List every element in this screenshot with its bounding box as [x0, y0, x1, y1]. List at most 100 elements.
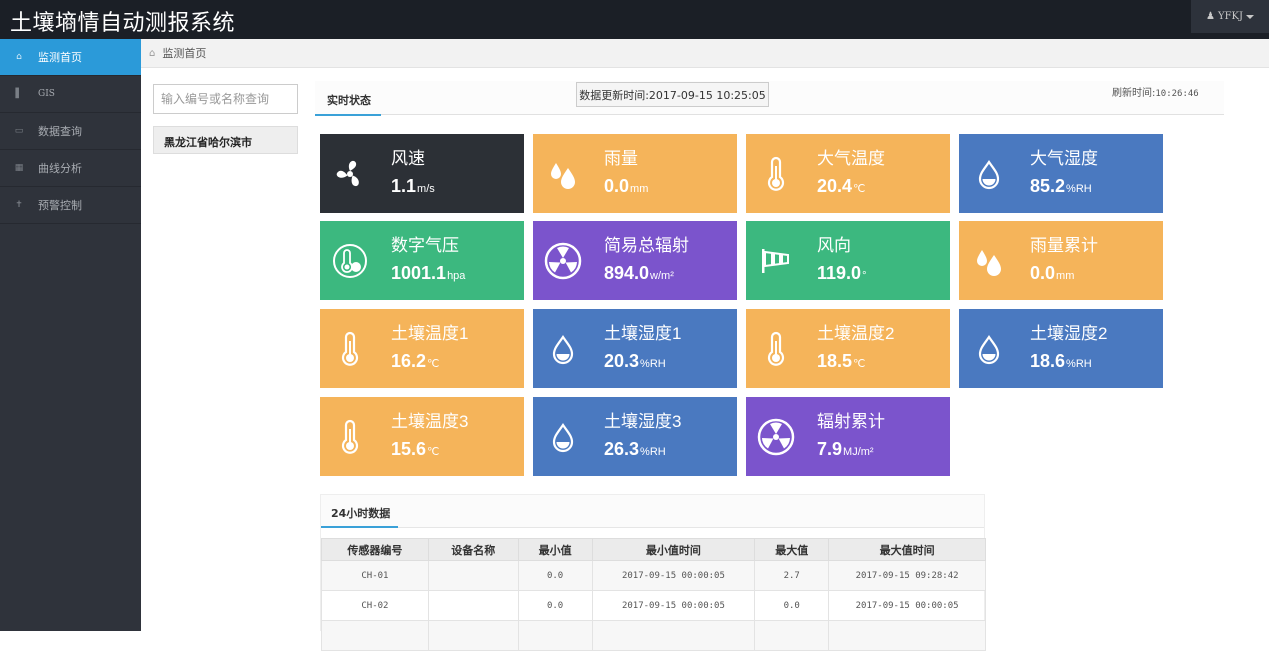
table-header-row: 传感器编号 设备名称 最小值 最小值时间 最大值 最大值时间 [321, 538, 986, 561]
sensor-name: 土壤湿度3 [604, 412, 682, 431]
app-title: 土壤墒情自动测报系统 [10, 11, 236, 36]
realtime-tab-bar [315, 81, 1224, 115]
sensor-value-number: 16.2 [391, 351, 427, 371]
thermometer-icon [756, 329, 796, 369]
table-cell [427, 620, 519, 651]
sensor-value-number: 1.1 [391, 176, 417, 196]
breadcrumb: ⌂ 监测首页 [141, 39, 1269, 68]
sensor-value-number: 15.6 [391, 439, 427, 459]
sensor-value: 18.6%RH [1030, 351, 1092, 372]
sensor-tile: 大气湿度 85.2%RH [959, 134, 1163, 213]
water-drop-icon [969, 329, 1009, 369]
table-cell: 2017-09-15 00:00:05 [591, 560, 756, 591]
sensor-value: 20.4℃ [817, 176, 865, 197]
tab-realtime-status[interactable]: 实时状态 [315, 84, 381, 116]
tab-24h-data[interactable]: 24小时数据 [321, 495, 398, 528]
sensor-unit: mm [630, 183, 649, 195]
table-header-cell: 最大值 [754, 538, 830, 561]
sensor-value-number: 894.0 [604, 263, 650, 283]
sensor-value-number: 18.5 [817, 351, 853, 371]
sensor-value-number: 20.3 [604, 351, 640, 371]
table-cell [427, 560, 519, 591]
table-header-cell: 最大值时间 [828, 538, 986, 561]
sensor-value-number: 20.4 [817, 176, 853, 196]
table-cell: 0.0 [517, 560, 593, 591]
sensor-value: 15.6℃ [391, 439, 439, 460]
sensor-tile: 数字气压 1001.1hpa [320, 221, 524, 300]
sensor-value-number: 18.6 [1030, 351, 1066, 371]
table-cell [591, 620, 756, 651]
data-24h-panel: 24小时数据 传感器编号 设备名称 最小值 最小值时间 最大值 最大值时间 CH-01 0.… [320, 494, 986, 651]
sidebar-item-label: GIS [38, 89, 55, 99]
home-icon: ⌂ [16, 52, 22, 62]
thermometer-icon [756, 154, 796, 194]
sensor-name: 简易总辐射 [604, 236, 689, 255]
water-drop-icon [543, 417, 583, 457]
breadcrumb-label[interactable]: 监测首页 [162, 45, 206, 61]
sensor-tile: 土壤温度2 18.5℃ [746, 309, 950, 388]
drive-icon: ▭ [14, 126, 24, 136]
table-cell: CH-01 [321, 560, 429, 591]
barometer-icon [330, 241, 370, 281]
sidebar-item-label: 曲线分析 [38, 162, 82, 175]
sensor-tile: 简易总辐射 894.0w/m² [533, 221, 737, 300]
sensor-value: 85.2%RH [1030, 176, 1092, 197]
sidebar-item-label: 监测首页 [38, 51, 82, 64]
chevron-down-icon [1246, 14, 1254, 19]
table-cell [517, 620, 593, 651]
sensor-tile: 辐射累计 7.9MJ/m² [746, 397, 950, 476]
table-cell [321, 620, 429, 651]
sidebar-item-curve-analysis[interactable]: ▦ 曲线分析 [0, 150, 141, 187]
table-cell: 2.7 [754, 560, 830, 591]
sensor-unit: ° [862, 270, 867, 282]
user-menu[interactable]: ♟ YFKJ [1191, 0, 1269, 33]
sensor-value: 20.3%RH [604, 351, 666, 372]
sensor-name: 大气湿度 [1030, 149, 1098, 168]
home-icon: ⌂ [149, 47, 156, 59]
table-cell: 0.0 [754, 590, 830, 621]
sidebar-item-gis[interactable]: ▌ GIS [0, 76, 141, 113]
table-cell: 2017-09-15 00:00:05 [591, 590, 756, 621]
sensor-value: 1001.1hpa [391, 263, 465, 284]
sidebar-item-data-query[interactable]: ▭ 数据查询 [0, 113, 141, 150]
grid-icon: ▦ [14, 163, 24, 173]
sidebar: ⌂ 监测首页 ▌ GIS ▭ 数据查询 ▦ 曲线分析 ✝ 预警控制 [0, 39, 149, 631]
sensor-value: 26.3%RH [604, 439, 666, 460]
sidebar-item-home[interactable]: ⌂ 监测首页 [0, 39, 149, 76]
sidebar-item-alarm-control[interactable]: ✝ 预警控制 [0, 187, 141, 224]
sensor-unit: hpa [447, 270, 466, 282]
search-input[interactable] [153, 84, 298, 114]
region-list-item[interactable]: 黑龙江省哈尔滨市 [153, 126, 298, 154]
sensor-tile: 土壤温度3 15.6℃ [320, 397, 524, 476]
sensor-name: 土壤温度3 [391, 412, 469, 431]
user-name: YFKJ [1217, 11, 1243, 22]
table-cell: CH-02 [321, 590, 429, 621]
thermometer-icon [330, 329, 370, 369]
table-cell [828, 620, 986, 651]
raindrops-icon [543, 154, 583, 194]
crosshair-icon: ✝ [15, 200, 23, 210]
sensor-tile: 土壤湿度3 26.3%RH [533, 397, 737, 476]
sensor-name: 数字气压 [391, 236, 459, 255]
table-row[interactable]: CH-01 0.0 2017-09-15 00:00:05 2.7 2017-09-15… [321, 560, 986, 591]
sensor-value: 7.9MJ/m² [817, 439, 874, 460]
table-header-cell: 最小值时间 [591, 538, 756, 561]
table-cell [427, 590, 519, 621]
sensor-name: 土壤湿度1 [604, 324, 682, 343]
refresh-time: 刷新时间:10:26:46 [1112, 84, 1199, 99]
table-row[interactable] [321, 620, 986, 651]
sensor-tile: 风向 119.0° [746, 221, 950, 300]
sensor-name: 土壤温度1 [391, 324, 469, 343]
table-header-cell: 传感器编号 [321, 538, 429, 561]
table-header-cell: 设备名称 [427, 538, 519, 561]
table-cell: 0.0 [517, 590, 593, 621]
sensor-name: 风向 [817, 236, 851, 255]
sensor-name: 土壤湿度2 [1030, 324, 1108, 343]
sensor-unit: m/s [417, 183, 435, 195]
sensor-unit: mm [1056, 270, 1075, 282]
table-row[interactable]: CH-02 0.0 2017-09-15 00:00:05 0.0 2017-09-15… [321, 590, 986, 621]
data-update-time: 数据更新时间:2017-09-15 10:25:05 [576, 82, 769, 107]
sensor-unit: ℃ [853, 183, 866, 195]
sidebar-item-label: 数据查询 [38, 125, 82, 138]
sensor-value: 0.0mm [604, 176, 648, 197]
